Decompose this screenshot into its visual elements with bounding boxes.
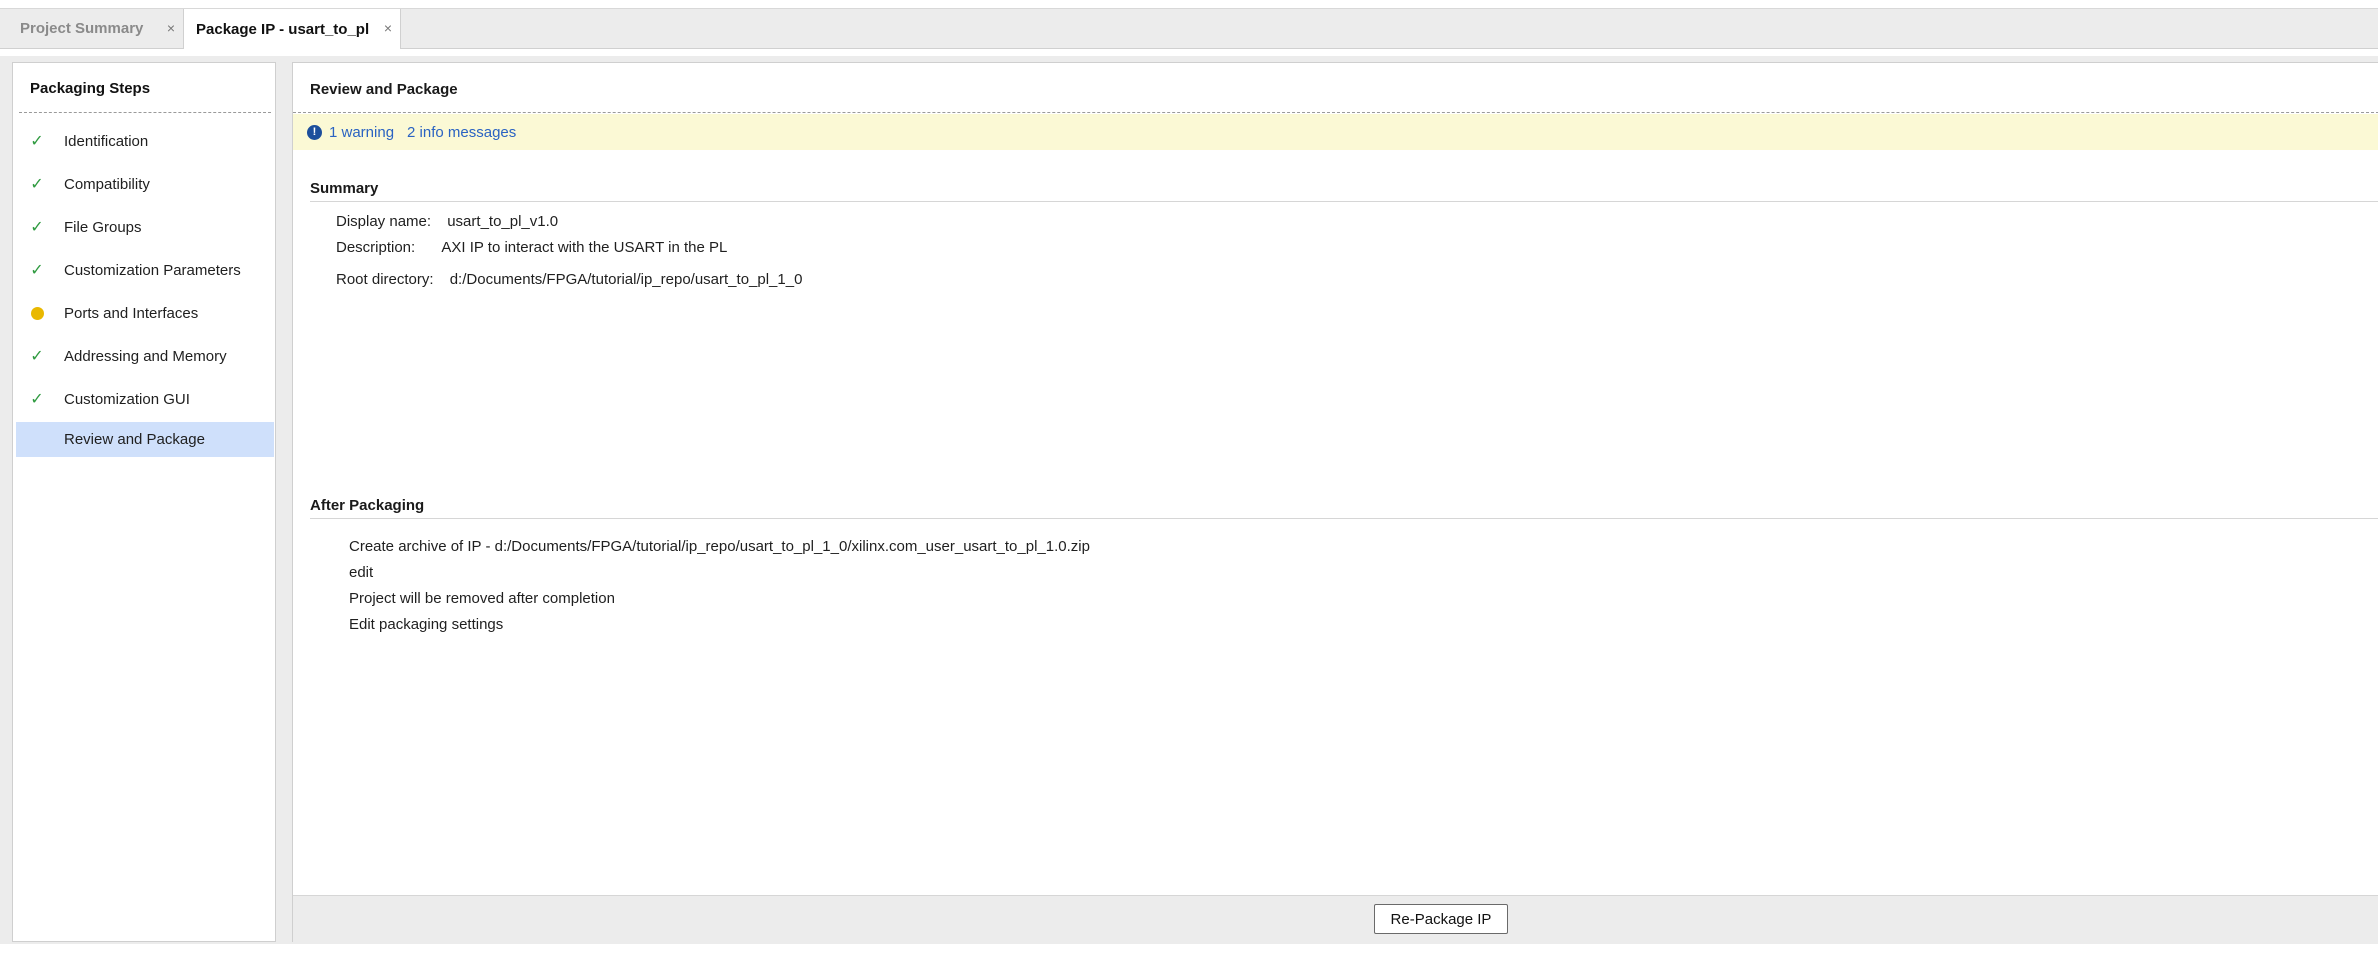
field-label: Description: [336,239,416,256]
archive-text: Create archive of IP - d:/Documents/FPGA… [349,538,1090,555]
field-value: AXI IP to interact with the USART in the… [441,239,728,256]
divider [293,112,2378,113]
step-label: Identification [64,133,149,150]
step-compatibility[interactable]: ✓ Compatibility [16,167,274,202]
message-bar: ! 1 warning 2 info messages [293,114,2378,150]
field-label: Display name: [336,213,432,230]
divider [310,201,2378,202]
after-packaging-title: After Packaging [310,497,425,514]
field-value: usart_to_pl_v1.0 [447,213,559,230]
step-customization-parameters[interactable]: ✓ Customization Parameters [16,253,274,288]
check-icon: ✓ [30,390,44,408]
summary-display-name: Display name: usart_to_pl_v1.0 [336,213,558,230]
tab-project-summary[interactable]: Project Summary × [8,9,183,48]
step-label: Customization Parameters [64,262,241,279]
step-label: Compatibility [64,176,150,193]
check-icon: ✓ [30,132,44,150]
close-icon[interactable]: × [384,20,392,36]
edit-link[interactable]: edit [349,564,373,581]
step-review-and-package[interactable]: Review and Package [16,422,274,457]
tab-bar: Project Summary × Package IP - usart_to_… [0,8,2378,49]
step-icon-placeholder [29,432,45,448]
step-label: Customization GUI [64,391,190,408]
step-label: File Groups [64,219,142,236]
step-label: Review and Package [64,431,205,448]
review-and-package-panel: Review and Package ! 1 warning 2 info me… [292,62,2378,944]
step-customization-gui[interactable]: ✓ Customization GUI [16,382,274,417]
packaging-steps-title: Packaging Steps [30,80,151,97]
divider [310,518,2378,519]
field-label: Root directory: [336,271,434,288]
summary-description: Description: AXI IP to interact with the… [336,239,727,256]
field-value: d:/Documents/FPGA/tutorial/ip_repo/usart… [449,271,803,288]
packaging-steps-panel: Packaging Steps ✓ Identification ✓ Compa… [12,62,276,942]
divider [19,112,271,113]
check-icon: ✓ [30,218,44,236]
project-removed-text: Project will be removed after completion [349,590,615,607]
step-label: Addressing and Memory [64,348,227,365]
check-icon: ✓ [30,261,44,279]
tab-label: Package IP - usart_to_pl [196,20,370,38]
check-icon: ✓ [30,175,44,193]
tab-label: Project Summary [20,20,144,37]
warnings-link[interactable]: 1 warning [329,124,394,141]
re-package-ip-button[interactable]: Re-Package IP [1374,904,1508,934]
info-messages-link[interactable]: 2 info messages [407,124,516,141]
step-label: Ports and Interfaces [64,305,199,322]
summary-title: Summary [310,180,379,197]
step-ports-and-interfaces[interactable]: Ports and Interfaces [16,296,274,331]
tab-package-ip[interactable]: Package IP - usart_to_pl × [183,9,401,49]
summary-root-directory: Root directory: d:/Documents/FPGA/tutori… [336,271,802,288]
step-identification[interactable]: ✓ Identification [16,124,274,159]
page-title: Review and Package [310,81,458,98]
step-file-groups[interactable]: ✓ File Groups [16,210,274,245]
close-icon[interactable]: × [167,20,175,36]
info-icon: ! [307,124,322,140]
footer-bar: Re-Package IP [293,895,2378,944]
edit-packaging-settings-link[interactable]: Edit packaging settings [349,616,503,633]
step-addressing-and-memory[interactable]: ✓ Addressing and Memory [16,339,274,374]
warning-dot-icon [29,306,45,322]
check-icon: ✓ [30,347,44,365]
